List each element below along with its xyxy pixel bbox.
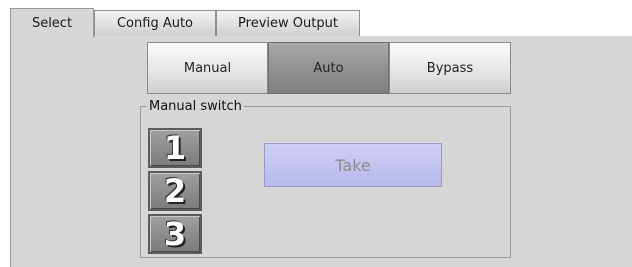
input-2-button[interactable]: 2: [148, 171, 202, 211]
manual-switch-legend: Manual switch: [149, 99, 242, 114]
input-2-label: 2: [163, 172, 187, 210]
select-panel: Manual Auto Bypass Manual switch 1 2 3 T…: [10, 36, 632, 267]
auto-mode-button[interactable]: Auto: [268, 42, 389, 94]
tab-bar: Select Config Auto Preview Output: [0, 0, 632, 38]
input-1-button[interactable]: 1: [148, 128, 202, 168]
tab-preview-output[interactable]: Preview Output: [216, 10, 360, 36]
manual-mode-button[interactable]: Manual: [147, 42, 268, 94]
input-3-label: 3: [163, 215, 187, 253]
take-button[interactable]: Take: [264, 143, 442, 187]
input-3-button[interactable]: 3: [148, 214, 202, 254]
tab-select[interactable]: Select: [10, 8, 94, 38]
input-1-label: 1: [163, 129, 187, 167]
tab-config-auto[interactable]: Config Auto: [94, 10, 216, 36]
bypass-mode-button[interactable]: Bypass: [389, 42, 511, 94]
